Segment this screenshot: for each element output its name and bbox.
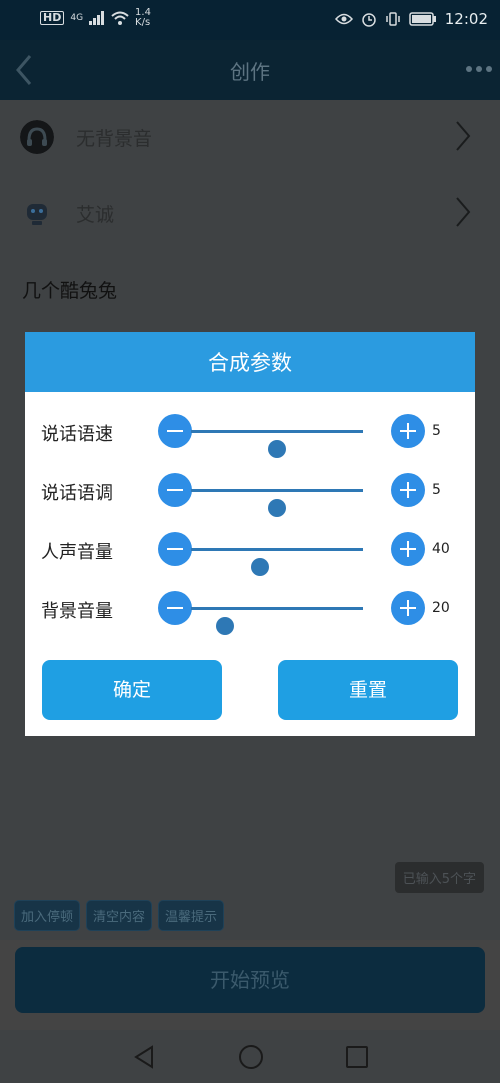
background-music-row[interactable]: 无背景音 (0, 100, 500, 172)
wifi-icon (111, 11, 129, 25)
page-title: 创作 (230, 60, 270, 84)
param-label: 说话语速 (41, 424, 113, 445)
network-speed: 1.4 K/s (135, 8, 151, 28)
hd-badge: HD (40, 11, 65, 25)
speed-unit: K/s (135, 17, 151, 28)
app-header: 创作 (0, 40, 500, 100)
synthesis-params-dialog: 合成参数 说话语速 5 说话语调 5 人声音量 40 背景音量 20 确定 重置 (25, 332, 475, 736)
slider-track[interactable] (191, 548, 363, 576)
param-value: 20 (432, 600, 450, 616)
param-row-bg-volume: 背景音量 20 (25, 589, 475, 635)
param-label: 人声音量 (41, 542, 113, 563)
chip-row: 加入停顿 清空内容 温馨提示 (14, 900, 225, 931)
decrease-button[interactable] (158, 473, 192, 507)
system-nav-bar (0, 1030, 500, 1083)
headphones-icon (20, 120, 54, 154)
param-row-voice-volume: 人声音量 40 (25, 530, 475, 576)
chevron-right-icon (456, 121, 471, 151)
more-dot (466, 66, 472, 72)
clear-content-button[interactable]: 清空内容 (86, 900, 153, 931)
char-count-badge: 已输入5个字 (394, 862, 484, 893)
slider-thumb[interactable] (268, 440, 286, 458)
more-dot (476, 66, 482, 72)
decrease-button[interactable] (158, 414, 192, 448)
status-left: HD 4G 1.4 K/s (40, 8, 151, 28)
background-music-label: 无背景音 (76, 128, 153, 150)
param-value: 40 (432, 541, 450, 557)
eye-icon (334, 13, 353, 25)
start-preview-button[interactable]: 开始预览 (15, 947, 485, 1013)
param-label: 背景音量 (41, 601, 113, 622)
slider-track[interactable] (191, 607, 363, 635)
dialog-title: 合成参数 (25, 332, 475, 392)
nav-home-icon[interactable] (239, 1045, 263, 1069)
confirm-button[interactable]: 确定 (42, 660, 222, 720)
slider-track[interactable] (191, 489, 363, 517)
slider-thumb[interactable] (216, 617, 235, 635)
chevron-right-icon (456, 197, 471, 227)
param-row-pitch: 说话语调 5 (25, 471, 475, 517)
nav-back-icon[interactable] (133, 1045, 155, 1069)
nav-recents-icon[interactable] (346, 1046, 368, 1068)
more-menu-icon[interactable] (466, 66, 492, 72)
tips-button[interactable]: 温馨提示 (158, 900, 225, 931)
slider-track[interactable] (191, 430, 363, 458)
alarm-icon (362, 13, 376, 27)
voice-row[interactable]: 艾诚 (0, 176, 500, 248)
param-row-speed: 说话语速 5 (25, 412, 475, 458)
param-value: 5 (432, 423, 441, 439)
param-value: 5 (432, 482, 441, 498)
decrease-button[interactable] (158, 532, 192, 566)
increase-button[interactable] (391, 532, 425, 566)
signal-icon (89, 11, 105, 25)
robot-avatar-icon (27, 204, 47, 225)
battery-icon (409, 12, 436, 26)
increase-button[interactable] (391, 591, 425, 625)
insert-pause-button[interactable]: 加入停顿 (14, 900, 81, 931)
slider-thumb[interactable] (268, 499, 286, 517)
reset-button[interactable]: 重置 (278, 660, 458, 720)
status-bar: HD 4G 1.4 K/s 12:02 (0, 0, 500, 40)
status-right: 12:02 (334, 10, 488, 28)
network-type: 4G (70, 13, 84, 23)
slider-thumb[interactable] (250, 558, 269, 576)
voice-label: 艾诚 (76, 204, 115, 226)
vibrate-icon (386, 12, 400, 26)
increase-button[interactable] (391, 414, 425, 448)
param-label: 说话语调 (41, 483, 113, 504)
decrease-button[interactable] (158, 591, 192, 625)
content-text[interactable]: 几个酷兔兔 (22, 276, 117, 303)
clock: 12:02 (444, 10, 488, 28)
increase-button[interactable] (391, 473, 425, 507)
more-dot (486, 66, 492, 72)
